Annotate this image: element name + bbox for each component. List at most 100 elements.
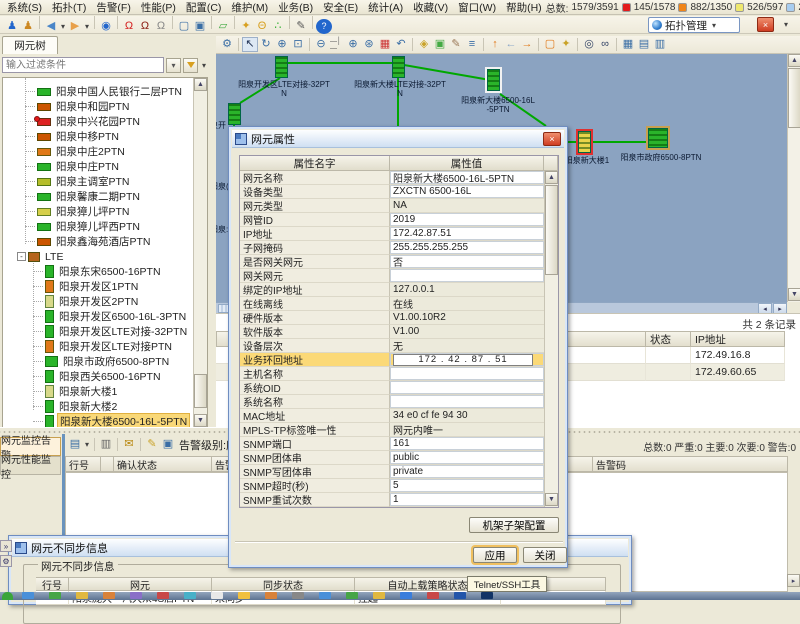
tree-item[interactable]: 阳泉开发区LTE对接-32PTN xyxy=(3,324,193,339)
taskbar-app-icon[interactable] xyxy=(184,592,196,599)
zoom-in-icon[interactable]: ⊕ xyxy=(274,37,290,52)
scroll-thumb[interactable] xyxy=(194,374,207,408)
tree-item[interactable]: 阳泉开发区LTE对接PTN xyxy=(3,339,193,354)
left-arrow-icon[interactable]: ← xyxy=(503,37,519,52)
menu-item[interactable]: 维护(M) xyxy=(227,0,272,15)
tree-item[interactable]: 阳泉中庄2PTN xyxy=(3,144,193,159)
taskbar-app-icon[interactable] xyxy=(238,592,250,599)
tree-item[interactable]: 阳泉馨康二期PTN xyxy=(3,189,193,204)
grid-view-icon[interactable]: ▦ xyxy=(620,37,636,52)
timer-icon[interactable]: Θ xyxy=(254,19,270,34)
property-value[interactable] xyxy=(390,395,544,409)
back-icon-dropdown[interactable]: ▾ xyxy=(59,22,67,31)
property-value[interactable]: 2019 xyxy=(390,213,544,227)
rack-config-button[interactable]: 机架子架配置 xyxy=(469,517,559,533)
property-row[interactable]: SNMP团体串public xyxy=(240,451,544,465)
close-view-button[interactable]: × xyxy=(757,17,774,32)
edit-image-icon[interactable]: ✎ xyxy=(448,37,464,52)
tree-item[interactable]: 阳泉新大楼1 xyxy=(3,384,193,399)
property-value[interactable] xyxy=(390,367,544,381)
tree-item[interactable]: 阳泉獐儿坪PTN xyxy=(3,204,193,219)
property-row[interactable]: 系统名称 xyxy=(240,395,544,409)
dialog-titlebar[interactable]: 网元属性 × xyxy=(232,130,564,148)
tab-ne-tree[interactable]: 网元树 xyxy=(2,36,58,54)
tree-item[interactable]: 阳泉中移PTN xyxy=(3,129,193,144)
taskbar-app-icon[interactable] xyxy=(211,592,223,599)
property-row[interactable]: 硬件版本V1.00.10R2 xyxy=(240,311,544,325)
filter-icon[interactable] xyxy=(183,58,198,73)
property-row[interactable]: 子网掩码255.255.255.255 xyxy=(240,241,544,255)
forward-icon-dropdown[interactable]: ▾ xyxy=(83,22,91,31)
records-cell[interactable] xyxy=(646,364,691,381)
scroll-down-button[interactable]: ▼ xyxy=(788,288,800,301)
scroll-up-button[interactable]: ▲ xyxy=(545,171,558,184)
taskbar[interactable] xyxy=(0,592,800,600)
scroll-right-button[interactable]: ▸ xyxy=(787,574,800,587)
scroll-down-button[interactable]: ▼ xyxy=(545,493,558,506)
topo-node[interactable] xyxy=(487,69,500,91)
menu-item[interactable]: 业务(B) xyxy=(274,0,317,15)
filter-input[interactable] xyxy=(2,57,164,73)
tree-item[interactable]: 阳泉鑫海苑酒店PTN xyxy=(3,234,193,249)
topology-link-icon[interactable]: ∴ xyxy=(270,19,286,34)
property-row[interactable]: 在线离线在线 xyxy=(240,297,544,311)
taskbar-app-icon[interactable] xyxy=(103,592,115,599)
close-view-dropdown[interactable]: ▾ xyxy=(784,20,788,29)
scroll-thumb[interactable] xyxy=(545,185,558,275)
help-icon[interactable]: ? xyxy=(316,19,332,34)
property-row[interactable]: 业务环回地址172 . 42 . 87 . 51 xyxy=(240,353,544,367)
map-vertical-scrollbar[interactable]: ▲ ▼ xyxy=(787,54,800,302)
menu-item[interactable]: 性能(P) xyxy=(137,0,180,15)
property-row[interactable]: SNMP超时(秒)5 xyxy=(240,479,544,493)
modify-user-icon[interactable]: ♟ xyxy=(20,19,36,34)
board-view-icon[interactable]: ▥ xyxy=(652,37,668,52)
property-value[interactable]: public xyxy=(390,451,544,465)
property-row[interactable]: 是否网关网元否 xyxy=(240,255,544,269)
refresh-icon[interactable]: ↻ xyxy=(258,37,274,52)
taskbar-app-icon[interactable] xyxy=(454,592,466,599)
tree-item[interactable]: 阳泉东宋6500-16PTN xyxy=(3,264,193,279)
tree-item[interactable]: 阳泉獐儿坪西PTN xyxy=(3,219,193,234)
right-arrow-icon[interactable]: → xyxy=(519,37,535,52)
mail-icon[interactable]: ✉ xyxy=(121,437,137,452)
taskbar-app-icon[interactable] xyxy=(49,592,61,599)
taskbar-app-icon[interactable] xyxy=(373,592,385,599)
tree-item[interactable]: 阳泉西关6500-16PTN xyxy=(3,369,193,384)
taskbar-app-icon[interactable] xyxy=(346,592,358,599)
tree-item[interactable]: 阳泉开发区6500-16L-3PTN xyxy=(3,309,193,324)
taskbar-app-icon[interactable] xyxy=(427,592,439,599)
topo-node[interactable] xyxy=(228,103,241,125)
taskbar-app-icon[interactable] xyxy=(292,592,304,599)
binoculars-icon[interactable]: ∞ xyxy=(597,37,613,52)
list-icon[interactable]: ≡ xyxy=(464,37,480,52)
taskbar-app-icon[interactable] xyxy=(319,592,331,599)
close-icon[interactable]: × xyxy=(543,132,561,146)
tree-item[interactable]: 阳泉新大楼2 xyxy=(3,399,193,414)
scroll-up-button[interactable]: ▲ xyxy=(194,78,207,91)
add-user-icon[interactable]: ♟ xyxy=(4,19,20,34)
property-row[interactable]: 主机名称 xyxy=(240,367,544,381)
property-value[interactable]: private xyxy=(390,465,544,479)
window-orange-icon[interactable]: ▢ xyxy=(542,37,558,52)
properties-scrollbar[interactable]: ▲ ▼ xyxy=(544,171,558,507)
property-row[interactable]: MAC地址34 e0 cf fe 94 30 xyxy=(240,409,544,423)
taskbar-app-icon[interactable] xyxy=(130,592,142,599)
taskbar-app-icon[interactable] xyxy=(22,592,34,599)
gear-icon[interactable]: ⚙ xyxy=(219,37,235,52)
scroll-down-button[interactable]: ▼ xyxy=(194,414,207,427)
close-button[interactable]: 关闭 xyxy=(523,547,567,563)
tree-item[interactable]: 阳泉中和园PTN xyxy=(3,99,193,114)
property-row[interactable]: SNMP写团体串private xyxy=(240,465,544,479)
forward-icon[interactable]: ▶ xyxy=(67,19,83,34)
export-icon[interactable]: ▤ xyxy=(67,437,83,452)
select-cursor-icon[interactable]: ↖ xyxy=(242,37,258,52)
apply-button[interactable]: 应用 xyxy=(473,547,517,563)
tree-item[interactable]: 阳泉开发区1PTN xyxy=(3,279,193,294)
wrench-icon[interactable]: ✦ xyxy=(558,37,574,52)
filter-dropdown-button[interactable]: ▾ xyxy=(166,58,181,73)
topo-node[interactable] xyxy=(648,128,668,148)
menu-item[interactable]: 帮助(H) xyxy=(502,0,546,15)
taskbar-app-icon[interactable] xyxy=(265,592,277,599)
lock-icon[interactable]: ◈ xyxy=(416,37,432,52)
tree-node-lte[interactable]: -LTE xyxy=(3,249,193,264)
